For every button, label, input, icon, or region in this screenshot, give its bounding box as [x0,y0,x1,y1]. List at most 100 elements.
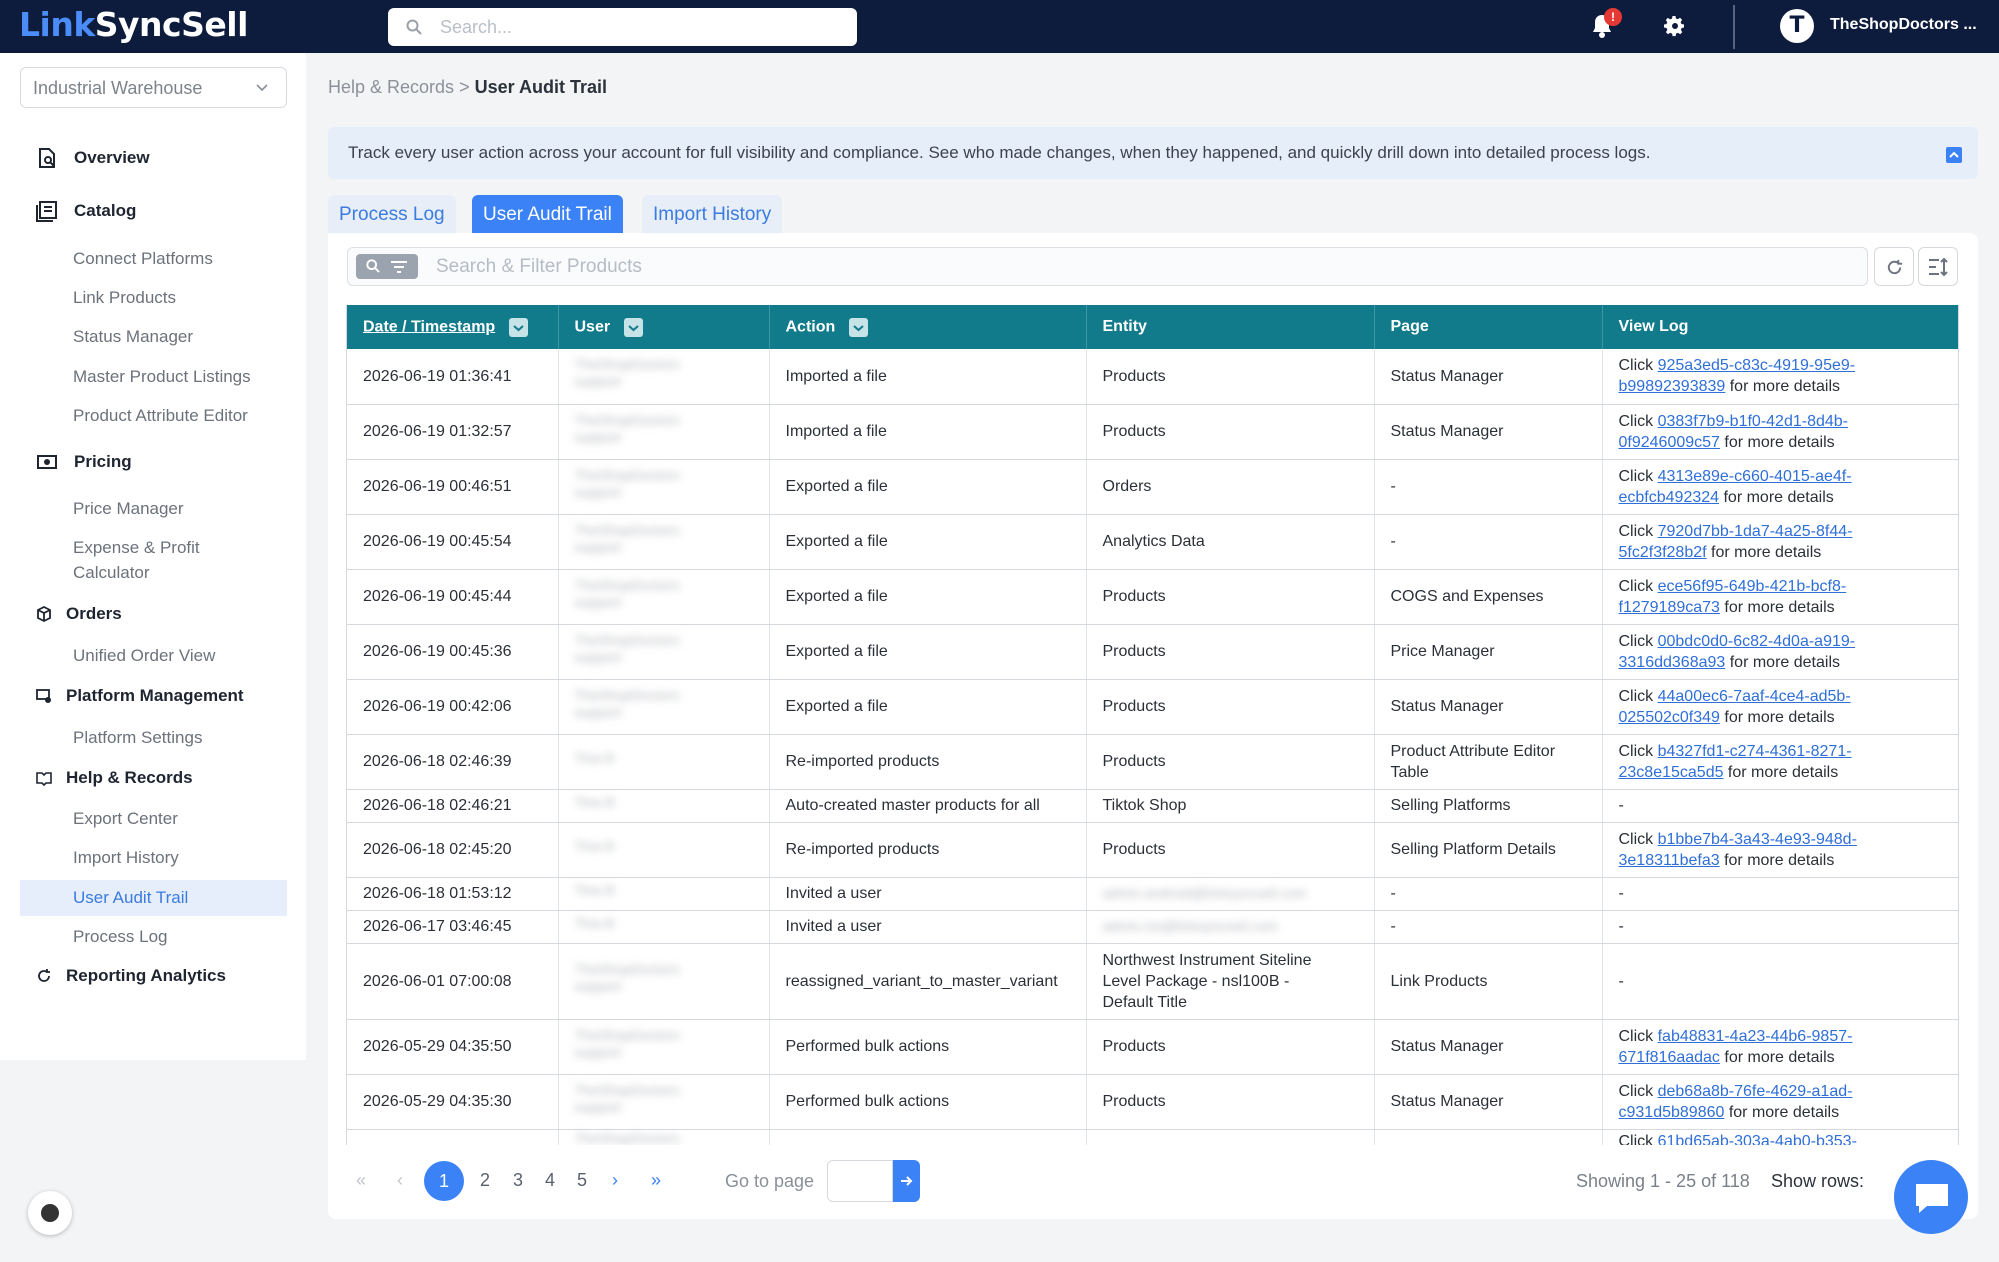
sidebar-item-import-history[interactable]: Import History [73,848,179,868]
sidebar-item-process-log[interactable]: Process Log [73,927,168,947]
chevron-down-icon[interactable] [624,317,644,337]
page-button-3[interactable]: 3 [513,1160,523,1200]
process-log-link[interactable]: 00bdc0d0-6c82-4d0a-a919- [1658,633,1855,650]
prev-page-button[interactable]: ‹ [397,1160,403,1200]
go-to-page-button[interactable] [893,1160,920,1202]
sidebar-item-status-manager[interactable]: Status Manager [73,327,193,347]
sidebar-item-platform-settings[interactable]: Platform Settings [73,728,202,748]
sidebar-item-export-center[interactable]: Export Center [73,809,178,829]
tab-process-log[interactable]: Process Log [328,195,456,233]
view-log-cell: - [1602,910,1958,944]
view-log-line1: Click 7920d7bb-1da7-4a25-8f44- [1619,521,1944,542]
process-log-link[interactable]: 671f816aadac [1619,1049,1720,1066]
breadcrumb-parent[interactable]: Help & Records [328,77,454,97]
process-log-link[interactable]: 0383f7b9-b1f0-42d1-8d4b- [1658,413,1848,430]
more-details-text: for more details [1723,763,1839,781]
first-page-button[interactable]: « [356,1160,366,1200]
info-banner-text: Track every user action across your acco… [348,143,1651,162]
tab-user-audit-trail[interactable]: User Audit Trail [472,195,623,233]
timestamp-text: 2026-06-19 00:45:44 [363,588,512,605]
process-log-link[interactable]: 025502c0f349 [1619,709,1720,726]
user-name-line2: support [574,703,622,720]
page-button-1[interactable]: 1 [424,1161,464,1201]
process-log-link[interactable]: 0f9246009c57 [1619,434,1720,451]
process-log-link[interactable]: fab48831-4a23-44b6-9857- [1658,1028,1853,1045]
page-button-2[interactable]: 2 [480,1160,490,1200]
sidebar-item-product-attribute-editor[interactable]: Product Attribute Editor [73,406,248,426]
sidebar-item-unified-order-view[interactable]: Unified Order View [73,646,215,666]
action-cell: Re-imported products [769,734,1087,790]
process-log-link[interactable]: f1279189ca73 [1619,599,1720,616]
app-logo[interactable]: LinkSyncSell [19,5,248,44]
sidebar-item-price-manager[interactable]: Price Manager [73,499,184,519]
filter-bar[interactable]: Search & Filter Products [347,247,1868,286]
sidebar-item-overview[interactable]: Overview [36,147,150,169]
sidebar-item-master-product-listings[interactable]: Master Product Listings [73,367,251,387]
process-log-link[interactable]: ecbfcb492324 [1619,489,1720,506]
chevron-down-icon[interactable] [509,317,529,337]
column-header-date[interactable]: Date / Timestamp [347,305,559,349]
more-details-text: for more details [1719,1048,1835,1066]
sidebar-item-connect-platforms[interactable]: Connect Platforms [73,249,213,269]
user-cell: TheShopDoctors support [558,404,770,460]
table-row: 2026-06-18 02:46:21 Tina B Auto-created ma… [347,789,1958,823]
column-header-action[interactable]: Action [769,305,1087,349]
sidebar-item-help-records[interactable]: Help & Records [36,768,193,788]
process-log-link[interactable]: b99892393839 [1619,378,1726,395]
global-search-input[interactable]: Search... [388,8,857,46]
process-log-link[interactable]: 5fc2f3f28b2f [1619,544,1707,561]
more-details-text: for more details [1719,488,1834,506]
tab-import-history[interactable]: Import History [642,195,783,233]
sidebar-item-user-audit-trail[interactable]: User Audit Trail [73,888,188,908]
click-text: Click [1618,522,1658,540]
page-cell [1374,1129,1603,1145]
search-filter-button[interactable] [356,254,418,279]
chevron-down-icon[interactable] [849,317,869,337]
refresh-button[interactable] [1874,247,1914,286]
process-log-link[interactable]: deb68a8b-76fe-4629-a1ad- [1658,1083,1853,1100]
table-row: 2026-06-17 03:46:45 Tina B Invited a user a… [347,910,1958,944]
sidebar-item-reporting-analytics[interactable]: Reporting Analytics [36,966,226,986]
chat-support-button[interactable] [1894,1160,1968,1234]
gear-icon[interactable] [1663,14,1687,38]
column-settings-button[interactable] [1918,247,1958,286]
sidebar-item-link-products[interactable]: Link Products [73,288,176,308]
page-button-5[interactable]: 5 [577,1160,587,1200]
entity-line1: Products [1102,588,1166,605]
entity-cell: Products [1086,679,1375,735]
process-log-link[interactable]: 23c8e15ca5d5 [1619,764,1724,781]
process-log-link[interactable]: 3e18311befa3 [1619,852,1720,869]
warehouse-select[interactable]: Industrial Warehouse [20,67,287,108]
sidebar-item-pricing[interactable]: Pricing [36,451,132,473]
last-page-button[interactable]: » [651,1160,661,1200]
view-log-line2: f1279189ca73 for more details [1619,597,1944,618]
table-row: TheShopDoctors Click 61bd65ab-303a-4ab0-b… [347,1129,1958,1146]
sidebar-item-platform-management[interactable]: Platform Management [36,686,244,706]
process-log-link[interactable]: 3316dd368a93 [1619,654,1726,671]
process-log-link[interactable]: 7920d7bb-1da7-4a25-8f44- [1658,523,1853,540]
sidebar-item-orders[interactable]: Orders [36,604,122,624]
collapse-banner-button[interactable] [1946,147,1962,163]
sidebar-label-platform-management: Platform Management [66,686,244,705]
theme-toggle-button[interactable] [28,1191,72,1235]
account-name[interactable]: TheShopDoctors ... [1830,16,1977,34]
sort-columns-icon [1929,257,1948,277]
process-log-link[interactable]: c931d5b89860 [1619,1104,1725,1121]
click-text: Click [1618,467,1658,485]
view-log-line2: 3316dd368a93 for more details [1619,652,1944,673]
process-log-link[interactable]: 4313e89e-c660-4015-ae4f- [1658,468,1852,485]
process-log-link[interactable]: 61bd65ab-303a-4ab0-b353- [1658,1133,1857,1146]
process-log-link[interactable]: 925a3ed5-c83c-4919-95e9- [1658,357,1855,374]
process-log-link[interactable]: ece56f95-649b-421b-bcf8- [1658,578,1847,595]
top-bar: LinkSyncSell Search... ! T TheShopDoctor… [0,0,1999,53]
page-button-4[interactable]: 4 [545,1160,555,1200]
avatar[interactable]: T [1780,9,1814,43]
process-log-link[interactable]: 44a00ec6-7aaf-4ce4-ad5b- [1658,688,1851,705]
process-log-link[interactable]: b4327fd1-c274-4361-8271- [1658,743,1852,760]
column-header-user[interactable]: User [558,305,770,349]
sidebar-item-catalog[interactable]: Catalog [36,200,136,222]
sidebar-item-expense-profit[interactable]: Expense & Profit Calculator [73,538,200,583]
next-page-button[interactable]: › [612,1160,618,1200]
process-log-link[interactable]: b1bbe7b4-3a43-4e93-948d- [1658,831,1857,848]
go-to-page-input[interactable] [827,1160,893,1202]
